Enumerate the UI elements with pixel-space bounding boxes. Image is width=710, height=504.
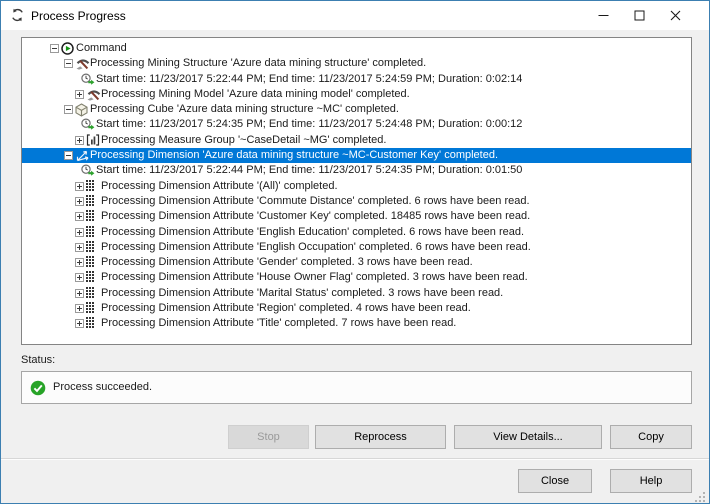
close-dialog-button[interactable]: Close — [518, 469, 592, 493]
expand-icon[interactable] — [75, 273, 84, 283]
tree-item-label: Processing Dimension Attribute 'Title' c… — [101, 317, 457, 330]
mining-structure-icon — [75, 57, 90, 70]
tree-item[interactable]: Processing Cube 'Azure data mining struc… — [22, 102, 691, 117]
minimize-button[interactable] — [585, 1, 621, 30]
mining-model-icon — [86, 88, 101, 101]
tree-item[interactable]: Processing Mining Model 'Azure data mini… — [22, 87, 691, 102]
tree-item[interactable]: Processing Measure Group '~CaseDetail ~M… — [22, 133, 691, 148]
tree-item-label: Start time: 11/23/2017 5:22:44 PM; End t… — [96, 72, 523, 85]
tree-item-label: Processing Dimension Attribute 'Marital … — [101, 286, 504, 299]
status-box: Process succeeded. — [21, 371, 692, 404]
attribute-grid-icon — [86, 317, 94, 329]
tree-item-label: Processing Cube 'Azure data mining struc… — [90, 103, 399, 116]
tree-item-label: Processing Dimension Attribute 'English … — [101, 240, 531, 253]
tree-item[interactable]: Processing Dimension Attribute 'Title' c… — [22, 316, 691, 331]
attribute-grid-icon — [86, 225, 94, 237]
attribute-grid-icon — [86, 210, 94, 222]
tree-item-label: Processing Mining Model 'Azure data mini… — [101, 87, 410, 100]
titlebar[interactable]: Process Progress — [1, 1, 709, 30]
expand-icon[interactable] — [75, 135, 84, 145]
attribute-grid-icon — [86, 256, 94, 268]
check-circle-icon — [30, 380, 46, 396]
tree-item-label: Command — [76, 42, 127, 54]
tree-item[interactable]: Processing Dimension Attribute 'English … — [22, 225, 691, 240]
expand-icon[interactable] — [75, 304, 84, 314]
process-arrows-icon — [10, 8, 25, 22]
tree-item-label: Processing Dimension Attribute 'House Ow… — [101, 271, 528, 284]
collapse-icon[interactable] — [64, 59, 73, 69]
tree-item-label: Processing Dimension Attribute '(All)' c… — [101, 179, 338, 192]
tree-item-label: Processing Mining Structure 'Azure data … — [90, 57, 427, 70]
attribute-grid-icon — [86, 194, 94, 206]
dimension-icon — [75, 149, 90, 162]
attribute-grid-icon — [86, 179, 94, 191]
attribute-grid-icon — [86, 286, 94, 298]
tree-item-label: Processing Dimension Attribute 'English … — [101, 225, 525, 238]
tree-item[interactable]: Start time: 11/23/2017 5:22:44 PM; End t… — [22, 163, 691, 178]
expand-icon[interactable] — [75, 181, 84, 191]
measure-group-icon — [86, 134, 100, 146]
tree-item-label: Start time: 11/23/2017 5:22:44 PM; End t… — [96, 164, 523, 177]
expand-icon[interactable] — [75, 196, 84, 206]
collapse-icon[interactable] — [50, 44, 59, 53]
tree-item[interactable]: Processing Dimension Attribute 'Region' … — [22, 301, 691, 316]
expand-icon[interactable] — [75, 89, 84, 99]
tree-item-label: Processing Dimension Attribute 'Region' … — [101, 302, 471, 315]
tree-item[interactable]: Start time: 11/23/2017 5:22:44 PM; End t… — [22, 72, 691, 87]
process-tree: Command Processing Mining Structure 'Azur… — [21, 37, 692, 345]
process-progress-dialog: Process Progress Command Processing Minin… — [0, 0, 710, 504]
window-title: Process Progress — [31, 9, 126, 23]
expand-icon[interactable] — [75, 212, 84, 222]
tree-item[interactable]: Processing Dimension 'Azure data mining … — [22, 148, 691, 164]
tree-item[interactable]: Processing Dimension Attribute 'Commute … — [22, 194, 691, 209]
expand-icon[interactable] — [75, 242, 84, 252]
copy-button[interactable]: Copy — [610, 425, 692, 449]
tree-item[interactable]: Start time: 11/23/2017 5:24:35 PM; End t… — [22, 117, 691, 132]
collapse-icon[interactable] — [64, 105, 73, 115]
expand-icon[interactable] — [75, 319, 84, 329]
tree-item[interactable]: Processing Dimension Attribute '(All)' c… — [22, 179, 691, 194]
status-message: Process succeeded. — [53, 381, 153, 393]
tree-item[interactable]: Processing Dimension Attribute 'Customer… — [22, 209, 691, 224]
reprocess-button[interactable]: Reprocess — [315, 425, 446, 449]
cube-icon — [75, 103, 88, 117]
tree-item-label: Processing Dimension Attribute 'Gender' … — [101, 256, 473, 269]
attribute-grid-icon — [86, 271, 94, 283]
resize-grip[interactable] — [695, 490, 706, 502]
tree-item[interactable]: Processing Dimension Attribute 'House Ow… — [22, 270, 691, 285]
clock-icon — [81, 118, 95, 131]
tree-item[interactable]: Processing Dimension Attribute 'Gender' … — [22, 255, 691, 270]
tree-item-label: Processing Dimension 'Azure data mining … — [90, 149, 499, 162]
tree-item[interactable]: Command — [22, 41, 691, 56]
tree-item-label: Processing Measure Group '~CaseDetail ~M… — [101, 133, 387, 146]
expand-icon[interactable] — [75, 258, 84, 268]
maximize-button[interactable] — [621, 1, 657, 30]
tree-item-label: Start time: 11/23/2017 5:24:35 PM; End t… — [96, 118, 523, 131]
tree-item[interactable]: Processing Mining Structure 'Azure data … — [22, 56, 691, 71]
expand-icon[interactable] — [75, 288, 84, 298]
clock-icon — [81, 164, 95, 177]
play-circle-icon — [61, 42, 74, 55]
separator-highlight — [1, 459, 709, 460]
close-button[interactable] — [657, 1, 693, 30]
attribute-grid-icon — [86, 240, 94, 252]
clock-icon — [81, 73, 95, 86]
tree-item[interactable]: Processing Dimension Attribute 'English … — [22, 240, 691, 255]
tree-item[interactable]: Processing Dimension Attribute 'Marital … — [22, 286, 691, 301]
expand-icon[interactable] — [75, 227, 84, 237]
help-button[interactable]: Help — [610, 469, 692, 493]
tree-item-label: Processing Dimension Attribute 'Customer… — [101, 210, 531, 223]
tree-item-label: Processing Dimension Attribute 'Commute … — [101, 194, 530, 207]
stop-button[interactable]: Stop — [228, 425, 309, 449]
status-label: Status: — [21, 354, 56, 366]
view-details-button[interactable]: View Details... — [454, 425, 602, 449]
attribute-grid-icon — [86, 302, 94, 314]
collapse-icon[interactable] — [64, 151, 73, 161]
